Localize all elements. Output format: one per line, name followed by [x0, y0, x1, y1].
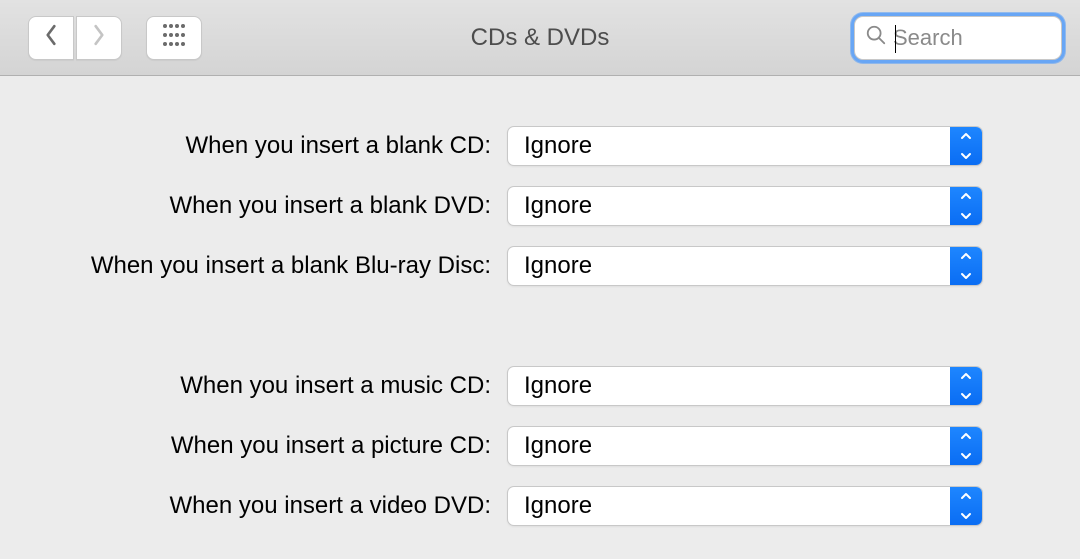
chevron-up-icon [960, 187, 972, 205]
dropdown-stepper [950, 427, 982, 465]
picture-cd-label: When you insert a picture CD: [0, 432, 507, 460]
show-all-button[interactable] [146, 16, 202, 60]
chevron-down-icon [960, 447, 972, 465]
blank-bluray-label: When you insert a blank Blu-ray Disc: [0, 252, 507, 280]
music-cd-dropdown[interactable]: Ignore [507, 366, 983, 406]
blank-dvd-label: When you insert a blank DVD: [0, 192, 507, 220]
music-cd-value: Ignore [508, 372, 592, 400]
picture-cd-value: Ignore [508, 432, 592, 460]
dropdown-stepper [950, 247, 982, 285]
chevron-down-icon [960, 387, 972, 405]
chevron-left-icon [44, 24, 58, 51]
search-icon [865, 24, 887, 51]
blank-dvd-row: When you insert a blank DVD: Ignore [0, 176, 1080, 236]
chevron-up-icon [960, 367, 972, 385]
music-cd-label: When you insert a music CD: [0, 372, 507, 400]
blank-dvd-value: Ignore [508, 192, 592, 220]
blank-bluray-dropdown[interactable]: Ignore [507, 246, 983, 286]
dropdown-stepper [950, 367, 982, 405]
chevron-up-icon [960, 487, 972, 505]
blank-cd-value: Ignore [508, 132, 592, 160]
settings-panel: When you insert a blank CD: Ignore When … [0, 76, 1080, 536]
blank-cd-label: When you insert a blank CD: [0, 132, 507, 160]
chevron-right-icon [92, 24, 106, 51]
blank-cd-dropdown[interactable]: Ignore [507, 126, 983, 166]
blank-bluray-value: Ignore [508, 252, 592, 280]
blank-cd-row: When you insert a blank CD: Ignore [0, 116, 1080, 176]
nav-buttons [28, 16, 122, 60]
chevron-up-icon [960, 127, 972, 145]
chevron-up-icon [960, 427, 972, 445]
dropdown-stepper [950, 187, 982, 225]
blank-bluray-row: When you insert a blank Blu-ray Disc: Ig… [0, 236, 1080, 296]
dropdown-stepper [950, 487, 982, 525]
search-input[interactable] [893, 25, 1051, 51]
blank-dvd-dropdown[interactable]: Ignore [507, 186, 983, 226]
window-title: CDs & DVDs [471, 24, 610, 52]
forward-button[interactable] [76, 16, 122, 60]
toolbar: CDs & DVDs [0, 0, 1080, 76]
video-dvd-row: When you insert a video DVD: Ignore [0, 476, 1080, 536]
back-button[interactable] [28, 16, 74, 60]
grid-icon [162, 23, 186, 52]
picture-cd-row: When you insert a picture CD: Ignore [0, 416, 1080, 476]
video-dvd-label: When you insert a video DVD: [0, 492, 507, 520]
search-field[interactable] [854, 16, 1062, 60]
chevron-down-icon [960, 207, 972, 225]
chevron-down-icon [960, 507, 972, 525]
text-cursor [895, 25, 896, 53]
dropdown-stepper [950, 127, 982, 165]
chevron-down-icon [960, 267, 972, 285]
video-dvd-dropdown[interactable]: Ignore [507, 486, 983, 526]
video-dvd-value: Ignore [508, 492, 592, 520]
picture-cd-dropdown[interactable]: Ignore [507, 426, 983, 466]
chevron-down-icon [960, 147, 972, 165]
chevron-up-icon [960, 247, 972, 265]
music-cd-row: When you insert a music CD: Ignore [0, 356, 1080, 416]
